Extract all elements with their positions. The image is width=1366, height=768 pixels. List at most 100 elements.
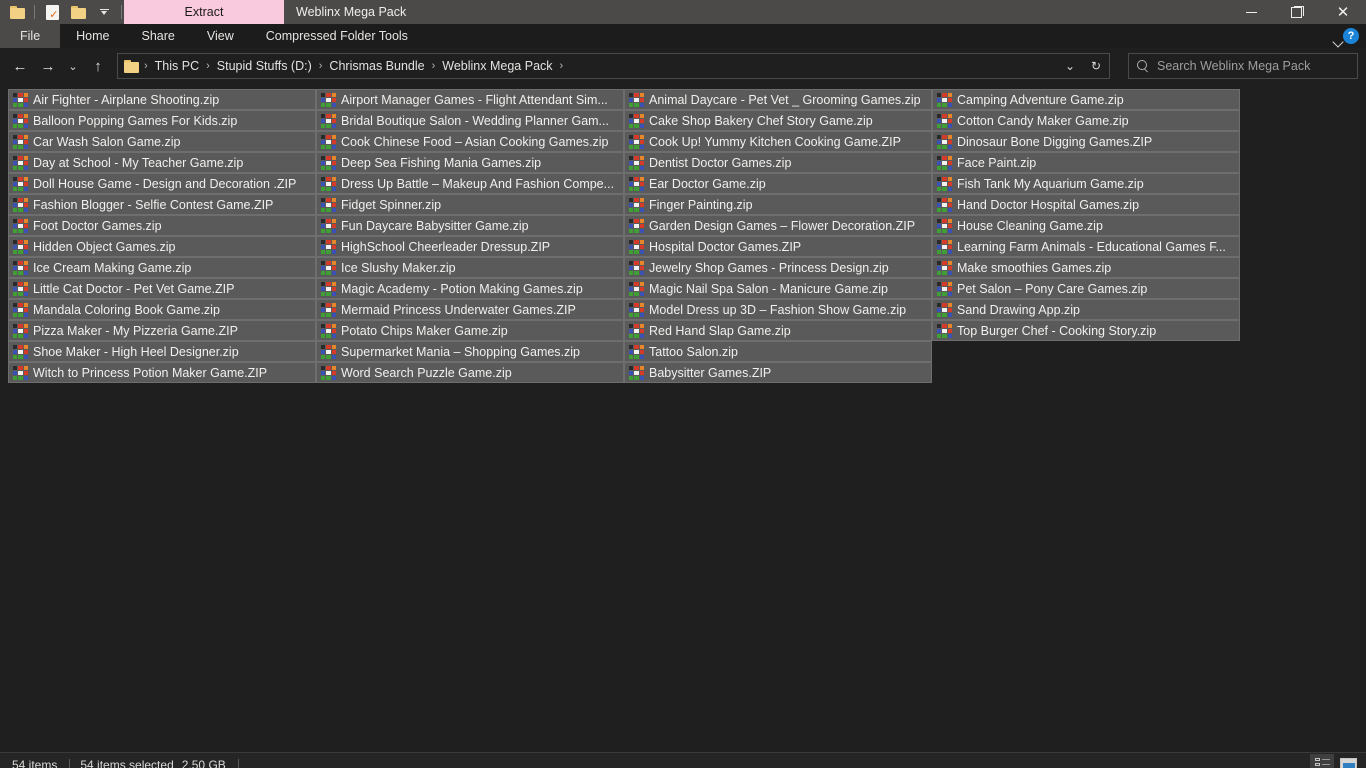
breadcrumb-item-chrismas-bundle[interactable]: Chrismas Bundle [324, 56, 429, 76]
zip-archive-icon [937, 282, 952, 296]
file-list-item[interactable]: Doll House Game - Design and Decoration … [8, 173, 316, 194]
file-list-item[interactable]: Sand Drawing App.zip [932, 299, 1240, 320]
file-list-item[interactable]: Magic Nail Spa Salon - Manicure Game.zip [624, 278, 932, 299]
file-list-item[interactable]: Fun Daycare Babysitter Game.zip [316, 215, 624, 236]
file-list-item[interactable]: Ice Cream Making Game.zip [8, 257, 316, 278]
file-list-item[interactable]: Hospital Doctor Games.ZIP [624, 236, 932, 257]
qat-customize-button[interactable] [93, 1, 115, 23]
previous-locations-button[interactable]: ⌄ [1057, 54, 1083, 78]
file-list-item[interactable]: Tattoo Salon.zip [624, 341, 932, 362]
file-list-item[interactable]: Cook Chinese Food – Asian Cooking Games.… [316, 131, 624, 152]
search-input[interactable]: Search Weblinx Mega Pack [1157, 59, 1310, 73]
file-list-item[interactable]: Word Search Puzzle Game.zip [316, 362, 624, 383]
file-list-item[interactable]: Pizza Maker - My Pizzeria Game.ZIP [8, 320, 316, 341]
breadcrumb[interactable]: › This PC › Stupid Stuffs (D:) › Chrisma… [117, 53, 1110, 79]
breadcrumb-separator[interactable]: › [317, 60, 325, 72]
close-button[interactable]: ✕ [1320, 0, 1366, 24]
file-list-item[interactable]: Fish Tank My Aquarium Game.zip [932, 173, 1240, 194]
file-list-item[interactable]: Pet Salon – Pony Care Games.zip [932, 278, 1240, 299]
tab-share[interactable]: Share [126, 24, 191, 48]
file-list-item[interactable]: House Cleaning Game.zip [932, 215, 1240, 236]
file-name: HighSchool Cheerleader Dressup.ZIP [341, 240, 550, 254]
file-list-item[interactable]: Dress Up Battle – Makeup And Fashion Com… [316, 173, 624, 194]
file-list-item[interactable]: Car Wash Salon Game.zip [8, 131, 316, 152]
file-list-item[interactable]: Animal Daycare - Pet Vet _ Grooming Game… [624, 89, 932, 110]
file-list-item[interactable]: Hidden Object Games.zip [8, 236, 316, 257]
file-list-item[interactable]: Witch to Princess Potion Maker Game.ZIP [8, 362, 316, 383]
status-divider [69, 759, 70, 768]
file-list-item[interactable]: Balloon Popping Games For Kids.zip [8, 110, 316, 131]
file-list-item[interactable]: Fashion Blogger - Selfie Contest Game.ZI… [8, 194, 316, 215]
breadcrumb-item-this-pc[interactable]: This PC [150, 56, 204, 76]
file-list-item[interactable]: Top Burger Chef - Cooking Story.zip [932, 320, 1240, 341]
file-list-item[interactable]: Cotton Candy Maker Game.zip [932, 110, 1240, 131]
breadcrumb-separator[interactable]: › [430, 60, 438, 72]
file-list-item[interactable]: Supermarket Mania – Shopping Games.zip [316, 341, 624, 362]
zip-archive-icon [629, 198, 644, 212]
file-list-item[interactable]: Magic Academy - Potion Making Games.zip [316, 278, 624, 299]
qat-folder-icon[interactable] [6, 1, 28, 23]
file-list-item[interactable]: Make smoothies Games.zip [932, 257, 1240, 278]
file-list-item[interactable]: Mandala Coloring Book Game.zip [8, 299, 316, 320]
file-list-item[interactable]: Day at School - My Teacher Game.zip [8, 152, 316, 173]
file-list-item[interactable]: Shoe Maker - High Heel Designer.zip [8, 341, 316, 362]
file-list-item[interactable]: Dentist Doctor Games.zip [624, 152, 932, 173]
file-list-item[interactable]: Learning Farm Animals - Educational Game… [932, 236, 1240, 257]
file-name: Ice Cream Making Game.zip [33, 261, 191, 275]
file-list-item[interactable]: Ice Slushy Maker.zip [316, 257, 624, 278]
up-button[interactable]: ↑ [84, 52, 112, 80]
file-name: Bridal Boutique Salon - Wedding Planner … [341, 114, 609, 128]
file-list-item[interactable]: Deep Sea Fishing Mania Games.zip [316, 152, 624, 173]
file-list-item[interactable]: Camping Adventure Game.zip [932, 89, 1240, 110]
file-list-item[interactable]: Garden Design Games – Flower Decoration.… [624, 215, 932, 236]
file-list-item[interactable]: Dinosaur Bone Digging Games.ZIP [932, 131, 1240, 152]
zip-archive-icon [13, 198, 28, 212]
status-divider [238, 759, 239, 768]
file-list-item[interactable]: Air Fighter - Airplane Shooting.zip [8, 89, 316, 110]
contextual-tab-extract[interactable]: Extract [124, 0, 284, 24]
qat-document-check-icon[interactable] [41, 1, 63, 23]
tab-file[interactable]: File [0, 24, 60, 48]
file-list-item[interactable]: Jewelry Shop Games - Princess Design.zip [624, 257, 932, 278]
recent-locations-button[interactable]: ⌄ [62, 52, 84, 80]
file-list-item[interactable]: Hand Doctor Hospital Games.zip [932, 194, 1240, 215]
file-list-item[interactable]: Red Hand Slap Game.zip [624, 320, 932, 341]
file-list-item[interactable]: Model Dress up 3D – Fashion Show Game.zi… [624, 299, 932, 320]
file-list-item[interactable]: Mermaid Princess Underwater Games.ZIP [316, 299, 624, 320]
file-list-item[interactable]: Babysitter Games.ZIP [624, 362, 932, 383]
back-button[interactable]: ← [6, 52, 34, 80]
file-list-item[interactable]: Finger Painting.zip [624, 194, 932, 215]
tab-compressed-folder-tools[interactable]: Compressed Folder Tools [250, 24, 424, 48]
breadcrumb-separator[interactable]: › [204, 60, 212, 72]
file-list-item[interactable]: HighSchool Cheerleader Dressup.ZIP [316, 236, 624, 257]
tab-home[interactable]: Home [60, 24, 125, 48]
file-list-item[interactable]: Foot Doctor Games.zip [8, 215, 316, 236]
large-icons-view-button[interactable] [1336, 754, 1360, 768]
restore-button[interactable] [1274, 0, 1320, 24]
file-list-item[interactable]: Little Cat Doctor - Pet Vet Game.ZIP [8, 278, 316, 299]
file-list-area[interactable]: Air Fighter - Airplane Shooting.zipBallo… [0, 84, 1366, 752]
file-list-item[interactable]: Bridal Boutique Salon - Wedding Planner … [316, 110, 624, 131]
file-list-item[interactable]: Cake Shop Bakery Chef Story Game.zip [624, 110, 932, 131]
qat-new-folder-icon[interactable] [67, 1, 89, 23]
tab-view[interactable]: View [191, 24, 250, 48]
file-list-item[interactable]: Airport Manager Games - Flight Attendant… [316, 89, 624, 110]
minimize-button[interactable] [1228, 0, 1274, 24]
refresh-button[interactable]: ↻ [1083, 54, 1109, 78]
file-list-item[interactable]: Face Paint.zip [932, 152, 1240, 173]
file-list-item[interactable]: Ear Doctor Game.zip [624, 173, 932, 194]
breadcrumb-item-weblinx-mega-pack[interactable]: Weblinx Mega Pack [437, 56, 557, 76]
details-view-button[interactable] [1310, 754, 1334, 768]
file-list-item[interactable]: Fidget Spinner.zip [316, 194, 624, 215]
breadcrumb-separator[interactable]: › [558, 60, 566, 72]
file-list-item[interactable]: Potato Chips Maker Game.zip [316, 320, 624, 341]
help-button[interactable]: ? [1343, 28, 1359, 44]
search-box[interactable]: Search Weblinx Mega Pack [1128, 53, 1358, 79]
zip-archive-icon [937, 156, 952, 170]
forward-button[interactable]: → [34, 52, 62, 80]
file-name: Little Cat Doctor - Pet Vet Game.ZIP [33, 282, 234, 296]
file-list-item[interactable]: Cook Up! Yummy Kitchen Cooking Game.ZIP [624, 131, 932, 152]
breadcrumb-item-stupid-stuffs[interactable]: Stupid Stuffs (D:) [212, 56, 317, 76]
file-name: Dentist Doctor Games.zip [649, 156, 791, 170]
zip-archive-icon [13, 93, 28, 107]
